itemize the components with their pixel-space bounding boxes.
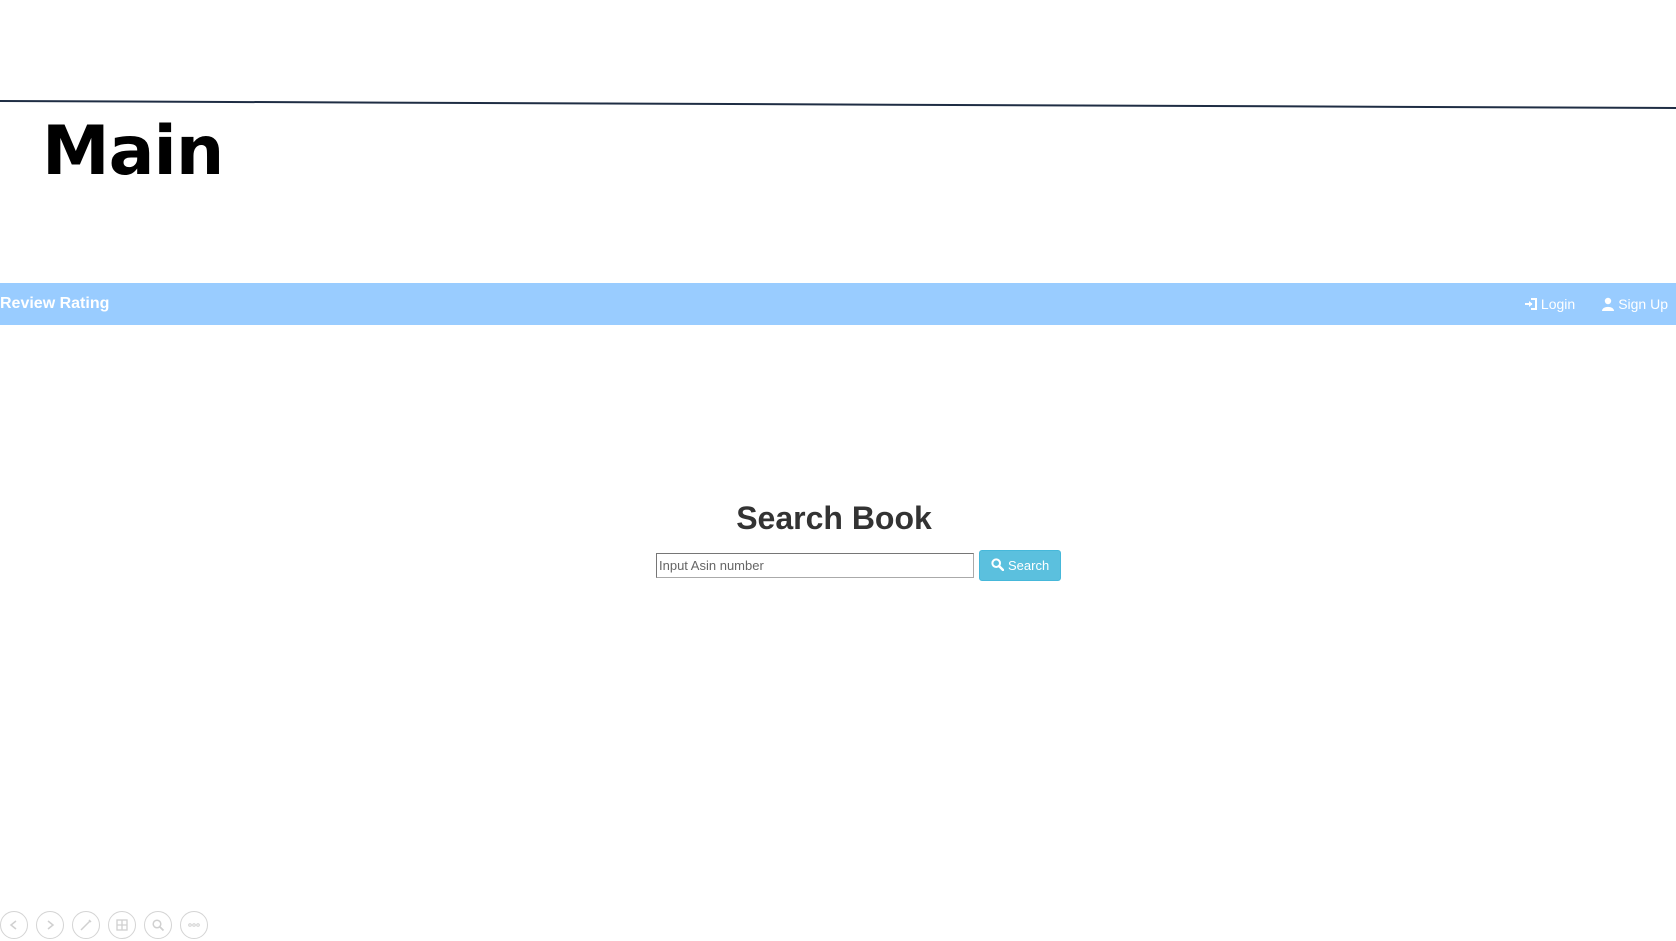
navbar-brand[interactable]: Review Rating — [0, 295, 109, 313]
slides-grid-icon[interactable] — [108, 911, 136, 939]
search-button[interactable]: Search — [979, 550, 1062, 581]
title-rule-line — [0, 100, 1676, 109]
next-icon[interactable] — [36, 911, 64, 939]
login-icon — [1524, 297, 1538, 311]
more-icon[interactable] — [180, 911, 208, 939]
presentation-slide: Main Review Rating Login Sign Up Search … — [0, 0, 1676, 941]
signup-label: Sign Up — [1618, 296, 1668, 312]
login-link[interactable]: Login — [1524, 296, 1575, 312]
previous-icon[interactable] — [0, 911, 28, 939]
search-icon — [991, 557, 1005, 574]
login-label: Login — [1540, 296, 1576, 312]
navbar: Review Rating Login Sign Up — [0, 283, 1676, 325]
zoom-icon[interactable] — [144, 911, 172, 939]
search-form: Search — [656, 550, 1062, 581]
pen-icon[interactable] — [72, 911, 100, 939]
slideshow-toolbar — [0, 911, 208, 939]
slide-title: Main — [42, 112, 224, 191]
navbar-right: Login Sign Up — [1524, 296, 1676, 312]
search-button-label: Search — [1008, 558, 1050, 573]
user-icon — [1601, 297, 1615, 311]
signup-link[interactable]: Sign Up — [1601, 296, 1668, 312]
asin-search-input[interactable] — [656, 553, 974, 578]
search-heading: Search Book — [736, 500, 932, 536]
